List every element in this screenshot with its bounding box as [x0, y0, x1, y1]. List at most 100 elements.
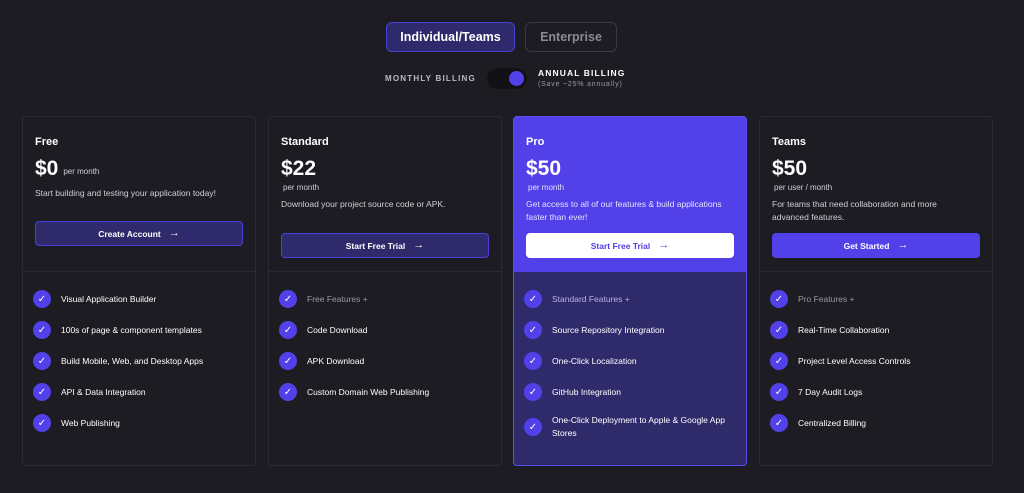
price-period: per user / month — [774, 183, 833, 192]
plan-card-pro: Pro $50 per month Get access to all of o… — [513, 116, 747, 466]
feature-text: Visual Application Builder — [61, 293, 157, 304]
plan-header: Pro $50 per month Get access to all of o… — [514, 117, 746, 272]
feature-text: Project Level Access Controls — [798, 355, 911, 366]
feature-text: APK Download — [307, 355, 365, 366]
feature-item: ✓ APK Download — [279, 352, 501, 370]
check-icon: ✓ — [279, 290, 297, 308]
feature-text: Real-Time Collaboration — [798, 324, 890, 335]
price-amount: $50 — [526, 157, 562, 180]
feature-text: 100s of page & component templates — [61, 324, 202, 335]
get-started-button[interactable]: Get Started → — [772, 233, 980, 258]
feature-item: ✓ Code Download — [279, 321, 501, 339]
feature-list: ✓ Free Features + ✓ Code Download ✓ APK Dow… — [269, 272, 501, 401]
feature-item: ✓ One-Click Deployment to Apple & Google … — [524, 414, 746, 440]
billing-switcher: MONTHLY BILLING ANNUAL BILLING (Save ~25… — [385, 68, 626, 89]
feature-list: ✓ Pro Features + ✓ Real-Time Collaboration… — [760, 272, 992, 432]
start-free-trial-button[interactable]: Start Free Trial → — [526, 233, 734, 258]
billing-toggle[interactable] — [487, 68, 527, 89]
check-icon: ✓ — [524, 418, 542, 436]
feature-text: One-Click Deployment to Apple & Google A… — [552, 415, 725, 438]
check-icon: ✓ — [770, 414, 788, 432]
feature-text: API & Data Integration — [61, 386, 146, 397]
plan-name: Standard — [281, 136, 329, 148]
feature-item: ✓ Project Level Access Controls — [770, 352, 992, 370]
feature-item: ✓ Build Mobile, Web, and Desktop Apps — [33, 352, 255, 370]
feature-text: 7 Day Audit Logs — [798, 386, 863, 397]
check-icon: ✓ — [770, 321, 788, 339]
feature-item: ✓ Custom Domain Web Publishing — [279, 383, 501, 401]
feature-item: ✓ Centralized Billing — [770, 414, 992, 432]
feature-text: Standard Features + — [552, 293, 630, 304]
feature-item: ✓ API & Data Integration — [33, 383, 255, 401]
plan-price: $0 per month — [35, 158, 255, 179]
feature-item: ✓ Free Features + — [279, 290, 501, 308]
plan-description: Get access to all of our features & buil… — [526, 199, 722, 222]
check-icon: ✓ — [770, 290, 788, 308]
check-icon: ✓ — [279, 321, 297, 339]
check-icon: ✓ — [33, 414, 51, 432]
feature-item: ✓ GitHub Integration — [524, 383, 746, 401]
monthly-billing-label[interactable]: MONTHLY BILLING — [385, 74, 485, 83]
create-account-button[interactable]: Create Account → — [35, 221, 243, 246]
feature-item: ✓ Source Repository Integration — [524, 321, 746, 339]
plan-description: Start building and testing your applicat… — [35, 188, 216, 198]
button-label: Start Free Trial — [345, 240, 406, 251]
price-amount: $22 — [281, 157, 317, 180]
arrow-right-icon: → — [413, 239, 425, 251]
check-icon: ✓ — [279, 352, 297, 370]
start-free-trial-button[interactable]: Start Free Trial → — [281, 233, 489, 258]
feature-text: Custom Domain Web Publishing — [307, 386, 430, 397]
plan-header: Standard $22 per month Download your pro… — [269, 117, 501, 272]
plan-price: $50 — [772, 158, 992, 179]
feature-item: ✓ 100s of page & component templates — [33, 321, 255, 339]
feature-list: ✓ Standard Features + ✓ Source Repository … — [514, 272, 746, 440]
price-period: per month — [528, 183, 565, 192]
annual-billing-label: ANNUAL BILLING — [538, 68, 626, 78]
plan-type-tabs: Individual/Teams Enterprise — [386, 22, 617, 52]
plan-header: Teams $50 per user / month For teams tha… — [760, 117, 992, 272]
check-icon: ✓ — [524, 321, 542, 339]
check-icon: ✓ — [524, 383, 542, 401]
plan-description: Download your project source code or APK… — [281, 199, 446, 209]
feature-text: Free Features + — [307, 293, 368, 304]
feature-text: One-Click Localization — [552, 355, 637, 366]
button-label: Create Account — [98, 228, 161, 239]
check-icon: ✓ — [770, 352, 788, 370]
feature-item: ✓ Real-Time Collaboration — [770, 321, 992, 339]
plan-price: $50 — [526, 158, 746, 179]
plan-card-teams: Teams $50 per user / month For teams tha… — [759, 116, 993, 466]
button-label: Get Started — [843, 240, 890, 251]
feature-text: Pro Features + — [798, 293, 855, 304]
plan-card-standard: Standard $22 per month Download your pro… — [268, 116, 502, 466]
feature-item: ✓ 7 Day Audit Logs — [770, 383, 992, 401]
price-amount: $0 — [35, 157, 59, 180]
check-icon: ✓ — [33, 352, 51, 370]
plan-header: Free $0 per month Start building and tes… — [23, 117, 255, 272]
feature-item: ✓ Visual Application Builder — [33, 290, 255, 308]
plan-price: $22 — [281, 158, 501, 179]
price-period: per month — [63, 167, 100, 176]
price-period: per month — [283, 183, 320, 192]
plan-name: Teams — [772, 136, 807, 148]
annual-billing[interactable]: ANNUAL BILLING (Save ~25% annually) — [538, 68, 626, 88]
feature-text: Source Repository Integration — [552, 324, 665, 335]
check-icon: ✓ — [33, 321, 51, 339]
check-icon: ✓ — [33, 383, 51, 401]
check-icon: ✓ — [524, 352, 542, 370]
check-icon: ✓ — [279, 383, 297, 401]
arrow-right-icon: → — [897, 239, 909, 251]
annual-savings-note: (Save ~25% annually) — [538, 81, 623, 88]
feature-list: ✓ Visual Application Builder ✓ 100s of pag… — [23, 272, 255, 432]
plan-card-free: Free $0 per month Start building and tes… — [22, 116, 256, 466]
feature-text: Web Publishing — [61, 417, 120, 428]
arrow-right-icon: → — [168, 227, 180, 239]
button-label: Start Free Trial — [590, 240, 651, 251]
tab-individual-teams[interactable]: Individual/Teams — [386, 22, 515, 52]
feature-text: Code Download — [307, 324, 368, 335]
price-amount: $50 — [772, 157, 808, 180]
check-icon: ✓ — [770, 383, 788, 401]
feature-text: Build Mobile, Web, and Desktop Apps — [61, 355, 204, 366]
plan-name: Free — [35, 136, 59, 148]
tab-enterprise[interactable]: Enterprise — [525, 22, 617, 52]
feature-item: ✓ Pro Features + — [770, 290, 992, 308]
